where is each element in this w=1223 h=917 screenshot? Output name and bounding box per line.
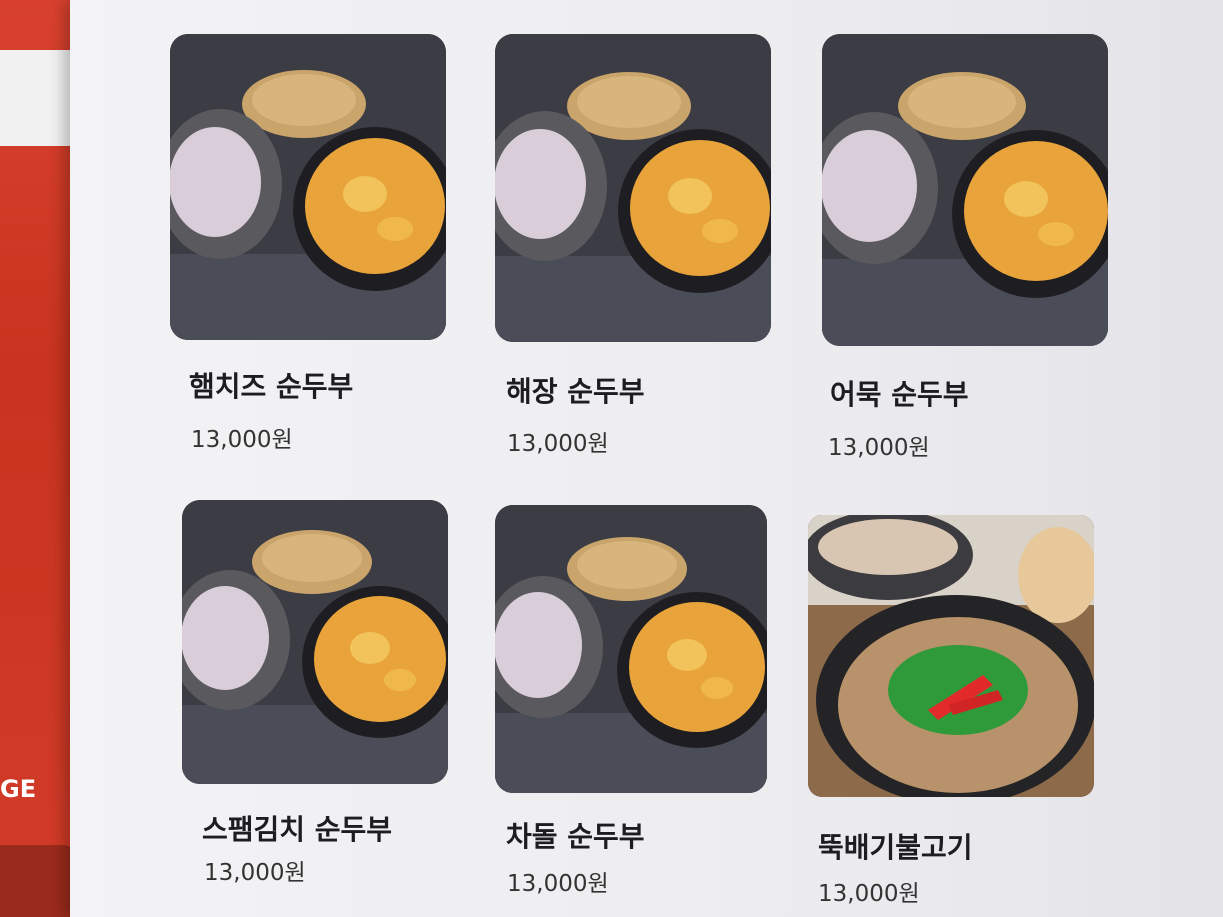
sundubu-icon (495, 34, 771, 342)
sundubu-icon (182, 500, 448, 784)
menu-panel: 햄치즈 순두부 13,000원 해장 순두부 13,000원 어묵 순두부 13… (70, 0, 1223, 917)
menu-item-name: 스팸김치 순두부 (202, 813, 393, 846)
menu-item-name: 해장 순두부 (506, 375, 645, 408)
menu-item-ham-cheese-sundubu[interactable] (170, 34, 446, 340)
sundubu-icon (822, 34, 1108, 346)
menu-item-price: 13,000원 (204, 860, 306, 886)
menu-item-eomuk-sundubu[interactable] (822, 34, 1108, 346)
menu-item-name: 어묵 순두부 (830, 378, 969, 411)
sidebar-button[interactable] (0, 845, 74, 917)
menu-item-name: 뚝배기불고기 (818, 831, 973, 864)
menu-item-name: 햄치즈 순두부 (189, 370, 354, 403)
sidebar-top-band (0, 50, 70, 146)
menu-item-ttukbaegi-bulgogi[interactable] (808, 515, 1094, 797)
menu-item-haejang-sundubu[interactable] (495, 34, 771, 342)
bulgogi-icon (808, 515, 1094, 797)
menu-item-chadol-sundubu[interactable] (495, 505, 767, 793)
menu-item-price: 13,000원 (507, 871, 609, 897)
sundubu-icon (495, 505, 767, 793)
menu-item-price: 13,000원 (828, 435, 930, 461)
menu-item-price: 13,000원 (818, 881, 920, 907)
sidebar-partial-label: GE (0, 775, 37, 803)
menu-item-spam-kimchi-sundubu[interactable] (182, 500, 448, 784)
sundubu-icon (170, 34, 446, 340)
menu-item-name: 차돌 순두부 (506, 820, 645, 853)
menu-item-price: 13,000원 (191, 427, 293, 453)
menu-item-price: 13,000원 (507, 431, 609, 457)
